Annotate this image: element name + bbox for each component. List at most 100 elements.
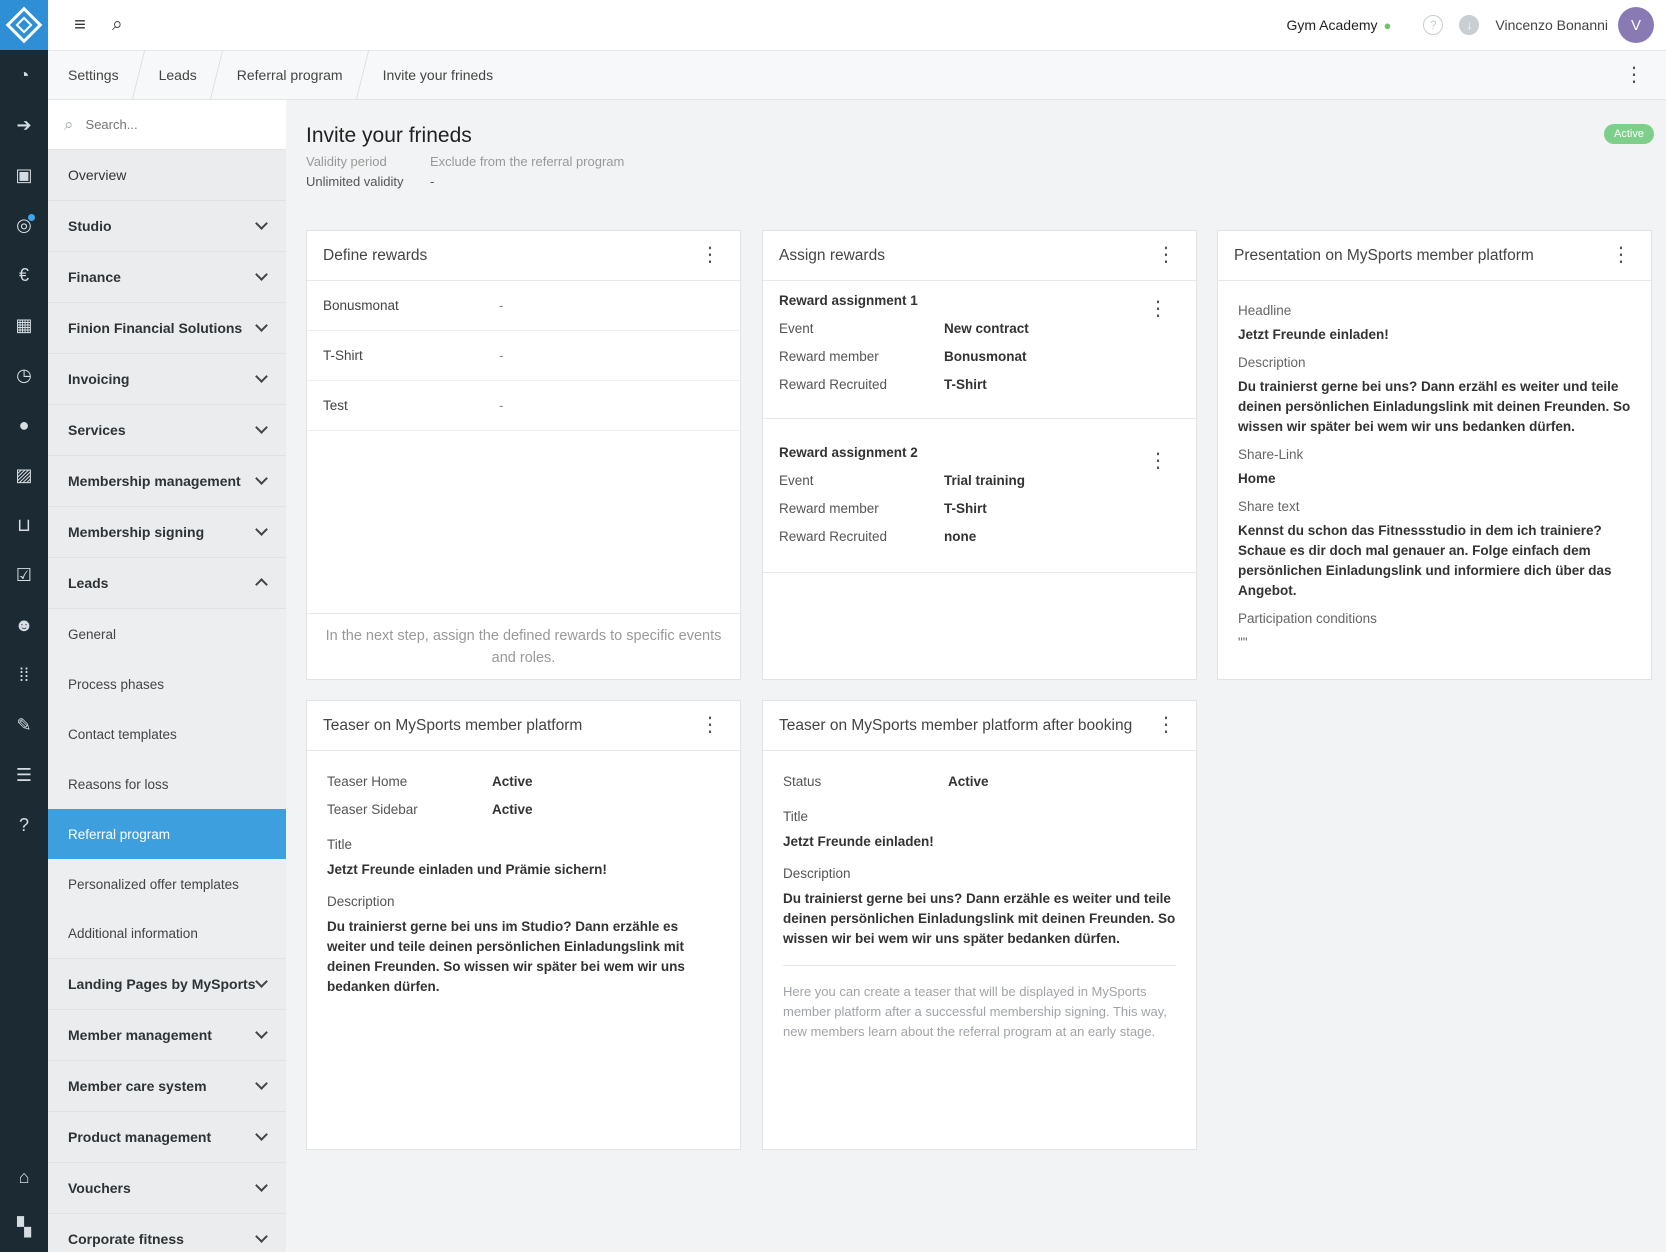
teaser-title-value: Jetzt Freunde einladen!: [783, 834, 934, 849]
more-options-icon[interactable]: ⋮: [1156, 245, 1176, 265]
left-rail: ◔ ➔ ▣ ◎ € ▦ ◷ ● ▨ ⊔ ☑ ☻ ⁞⁞ ✎ ☰ ? ⌂ ▚: [0, 0, 48, 1252]
group-icon[interactable]: ☻: [0, 600, 48, 650]
status-badge: Active: [1604, 124, 1654, 144]
sidebar-group-finance[interactable]: Finance: [48, 252, 286, 303]
sidebar-item-overview[interactable]: Overview: [48, 150, 286, 201]
sidebar-group-label: Landing Pages by MySports: [68, 976, 256, 992]
assignment-title: Reward assignment 2: [779, 445, 918, 460]
exclude-label: Exclude from the referral program: [430, 154, 625, 169]
calendar-icon[interactable]: ▦: [0, 300, 48, 350]
conditions-value: "": [1238, 635, 1248, 650]
breadcrumb: Settings Leads Referral program Invite y…: [48, 50, 1666, 100]
teaser-row: Teaser Home Active: [327, 767, 720, 795]
store-icon[interactable]: ⌂: [0, 1152, 48, 1202]
assignment-value: T-Shirt: [944, 500, 987, 516]
sidebar-item-additional-information[interactable]: Additional information: [48, 909, 286, 959]
avatar[interactable]: V: [1618, 7, 1654, 43]
chevron-down-icon: [255, 1077, 268, 1090]
more-options-icon[interactable]: ⋮: [1611, 245, 1631, 265]
download-icon[interactable]: ↓: [1459, 15, 1480, 35]
tasks-icon[interactable]: ☑: [0, 550, 48, 600]
sidebar-group-finion[interactable]: Finion Financial Solutions: [48, 303, 286, 354]
field-label: Description: [327, 894, 395, 909]
sidebar-group-product-management[interactable]: Product management: [48, 1112, 286, 1163]
app-logo[interactable]: [0, 0, 48, 50]
studio-selector[interactable]: Gym Academy: [1287, 17, 1378, 33]
assignment-label: Event: [779, 320, 814, 336]
check-in-icon[interactable]: ➔: [0, 100, 48, 150]
top-bar: ≡ ⌕ Gym Academy ● ? ↓ Vincenzo Bonanni V: [48, 0, 1666, 50]
card-title: Presentation on MySports member platform: [1234, 246, 1534, 264]
chevron-down-icon: [255, 1026, 268, 1039]
sidebar-group-landing-pages[interactable]: Landing Pages by MySports: [48, 959, 286, 1010]
chat-icon[interactable]: ●: [0, 400, 48, 450]
field-label: Headline: [1238, 303, 1292, 318]
sidebar-group-label: Membership signing: [68, 524, 205, 540]
more-options-icon[interactable]: ⋮: [700, 715, 720, 735]
sidebar-group-services[interactable]: Services: [48, 405, 286, 456]
define-rewards-card: Define rewards ⋮ Bonusmonat - T-Shirt - Tes…: [306, 230, 741, 680]
sidebar-group-corporate-fitness[interactable]: Corporate fitness: [48, 1214, 286, 1252]
sidebar-group-vouchers[interactable]: Vouchers: [48, 1163, 286, 1214]
sidebar-group-member-management[interactable]: Member management: [48, 1010, 286, 1061]
field-label: Share text: [1238, 499, 1300, 514]
reward-name: T-Shirt: [323, 348, 363, 363]
sidebar-group-invoicing[interactable]: Invoicing: [48, 354, 286, 405]
chevron-down-icon: [255, 1179, 268, 1192]
sidebar-item-general[interactable]: General: [48, 609, 286, 659]
sidebar-item-referral-program[interactable]: Referral program: [48, 809, 286, 859]
sidebar-item-contact-templates[interactable]: Contact templates: [48, 709, 286, 759]
define-rewards-footnote: In the next step, assign the defined rew…: [307, 613, 740, 679]
chart-icon[interactable]: ▨: [0, 450, 48, 500]
chevron-down-icon: [255, 975, 268, 988]
search-icon[interactable]: ⌕: [112, 14, 123, 36]
sidebar-group-label: Member management: [68, 1027, 212, 1043]
assignment-value: Trial training: [944, 472, 1026, 488]
sidebar-group-membership-management[interactable]: Membership management: [48, 456, 286, 507]
teaser-row: Teaser Sidebar Active: [327, 795, 720, 823]
menu-icon[interactable]: ≡: [68, 14, 92, 37]
teaser-value: Active: [492, 801, 533, 817]
help-chat-icon[interactable]: ?: [0, 800, 48, 850]
sidebar-item-personalized-offer-templates[interactable]: Personalized offer templates: [48, 859, 286, 909]
tools-icon[interactable]: ✎: [0, 700, 48, 750]
breadcrumb-leads[interactable]: Leads: [139, 50, 217, 100]
more-options-icon[interactable]: ⋮: [1624, 65, 1644, 85]
teaser-title-value: Jetzt Freunde einladen und Prämie sicher…: [327, 862, 607, 877]
user-name[interactable]: Vincenzo Bonanni: [1495, 17, 1608, 33]
sidebar-group-leads[interactable]: Leads: [48, 558, 286, 609]
dashboard-icon[interactable]: ◔: [0, 50, 48, 100]
sidebar-search-input[interactable]: [85, 117, 246, 132]
sidebar-group-label: Member care system: [68, 1078, 207, 1094]
card-title: Define rewards: [323, 246, 428, 264]
teaser-label: Status: [783, 773, 822, 789]
assignment-row: Reward member T-Shirt: [779, 494, 1180, 522]
more-options-icon[interactable]: ⋮: [1156, 715, 1176, 735]
apps-icon[interactable]: ▚: [0, 1202, 48, 1252]
card-title: Teaser on MySports member platform after…: [779, 716, 1133, 734]
settings-sliders-icon[interactable]: ☰: [0, 750, 48, 800]
euro-icon[interactable]: €: [0, 250, 48, 300]
sidebar-group-studio[interactable]: Studio: [48, 201, 286, 252]
leads-target-icon[interactable]: ◎: [0, 200, 48, 250]
reward-value: -: [499, 398, 504, 413]
field-label: Title: [327, 837, 353, 852]
sidebar-group-label: Finance: [68, 269, 121, 285]
sidebar-item-reasons-for-loss[interactable]: Reasons for loss: [48, 759, 286, 809]
grid-dots-icon[interactable]: ⁞⁞: [0, 650, 48, 700]
card-title: Teaser on MySports member platform: [323, 716, 583, 734]
breadcrumb-referral-program[interactable]: Referral program: [217, 50, 363, 100]
assignment-value: New contract: [944, 320, 1029, 336]
sidebar-group-membership-signing[interactable]: Membership signing: [48, 507, 286, 558]
help-icon[interactable]: ?: [1423, 15, 1444, 35]
field-label: Share-Link: [1238, 447, 1304, 462]
presentation-card: Presentation on MySports member platform…: [1217, 230, 1652, 680]
more-options-icon[interactable]: ⋮: [700, 245, 720, 265]
sidebar-group-member-care-system[interactable]: Member care system: [48, 1061, 286, 1112]
breadcrumb-settings[interactable]: Settings: [48, 50, 139, 100]
chevron-down-icon: [255, 268, 268, 281]
sidebar-item-process-phases[interactable]: Process phases: [48, 659, 286, 709]
timer-icon[interactable]: ◷: [0, 350, 48, 400]
contacts-icon[interactable]: ▣: [0, 150, 48, 200]
cart-icon[interactable]: ⊔: [0, 500, 48, 550]
